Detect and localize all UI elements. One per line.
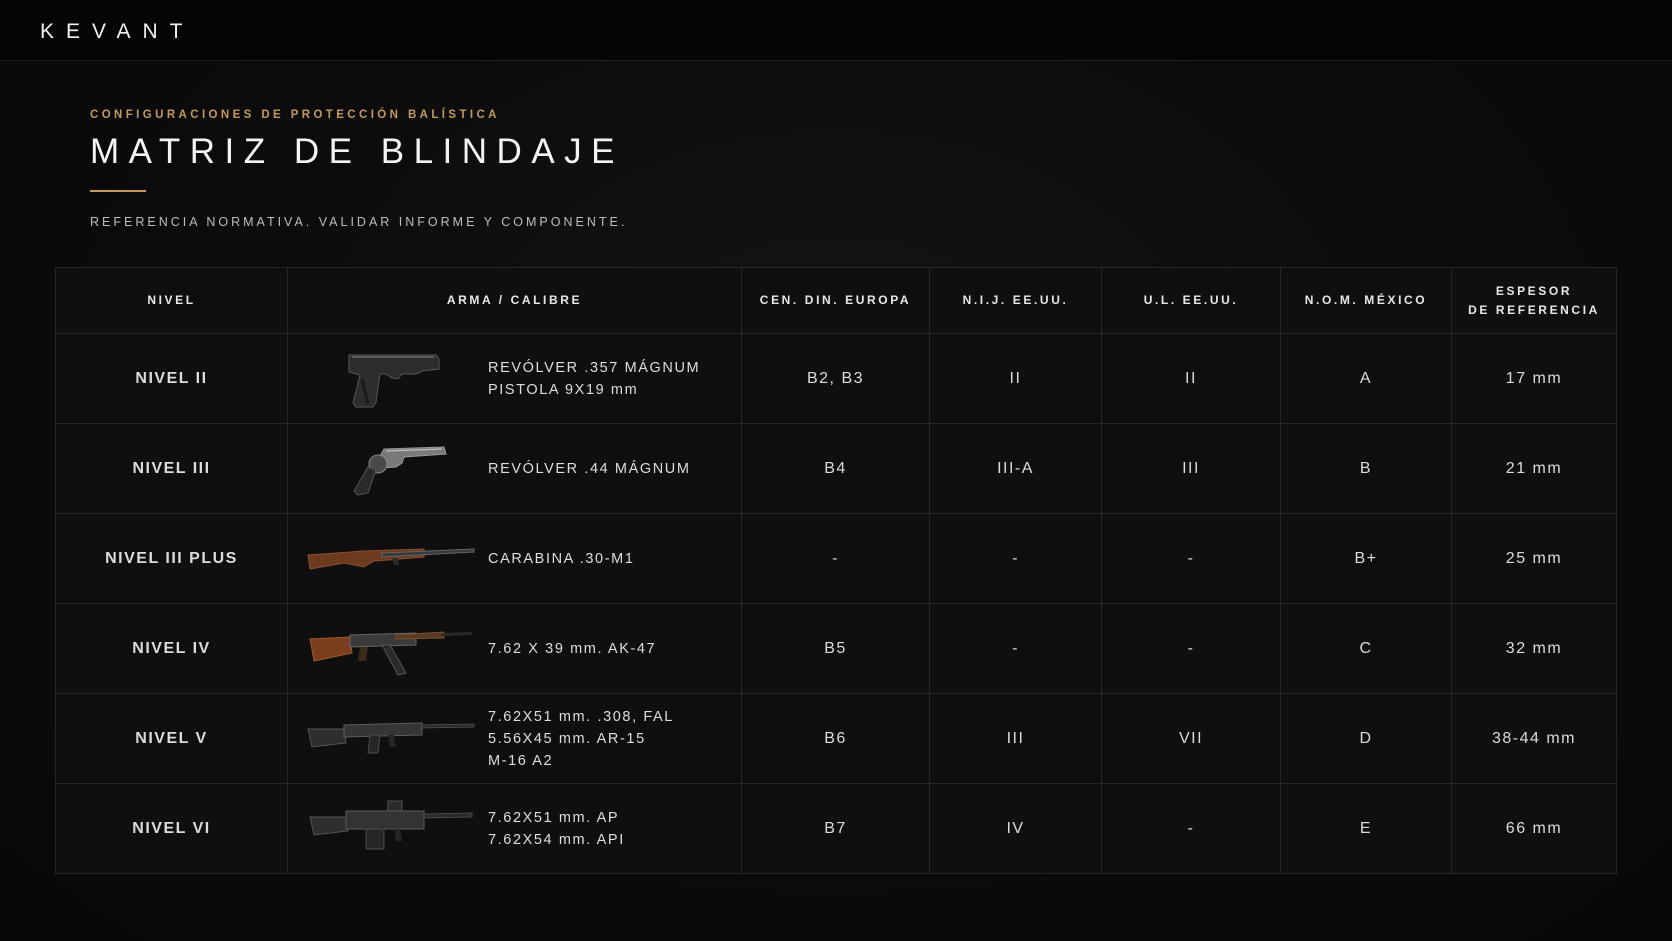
thickness-cell: 66 mm (1451, 783, 1617, 874)
weapon-cell: REVÓLVER .357 MÁGNUM PISTOLA 9X19 mm (287, 333, 742, 424)
nom-cell: E (1280, 783, 1452, 874)
page-subtitle: REFERENCIA NORMATIVA. VALIDAR INFORME Y … (90, 215, 628, 229)
armor-matrix-table: NIVEL ARMA / CALIBRE CEN. DIN. EUROPA N.… (55, 267, 1617, 874)
level-cell: NIVEL II (55, 333, 288, 424)
table-row: NIVEL II REVÓLVER .357 MÁGNUM PISTOLA 9X… (55, 333, 1617, 424)
nij-cell: IV (929, 783, 1102, 874)
cen-cell: B5 (741, 603, 930, 694)
weapon-caliber: 7.62X51 mm. AP (488, 809, 620, 826)
ul-cell: III (1101, 423, 1281, 514)
col-header-espesor: ESPESOR DE REFERENCIA (1451, 267, 1617, 334)
cen-cell: B7 (741, 783, 930, 874)
col-header-espesor-line2: DE REFERENCIA (1468, 302, 1600, 317)
ak47-icon (309, 630, 472, 676)
level-cell: NIVEL IV (55, 603, 288, 694)
fal-rifle-icon (307, 721, 475, 753)
weapon-calibers: REVÓLVER .357 MÁGNUM PISTOLA 9X19 mm (488, 357, 700, 401)
weapon-caliber: CARABINA .30-M1 (488, 550, 635, 567)
col-header-nivel: NIVEL (55, 267, 288, 334)
level-cell: NIVEL III PLUS (55, 513, 288, 604)
weapon-caliber: 7.62X54 mm. API (488, 831, 625, 848)
page-title: MATRIZ DE BLINDAJE (90, 132, 625, 171)
weapon-calibers: CARABINA .30-M1 (488, 548, 635, 570)
table-row: NIVEL VI 7.62X51 mm. AP 7.62X54 mm. API … (55, 783, 1617, 874)
weapon-caliber: PISTOLA 9X19 mm (488, 381, 639, 398)
weapon-caliber: REVÓLVER .44 MÁGNUM (488, 460, 691, 477)
table-row: NIVEL III PLUS CARABINA .30-M1 - - - B+ … (55, 513, 1617, 604)
col-header-espesor-line1: ESPESOR (1495, 283, 1573, 298)
thickness-cell: 32 mm (1451, 603, 1617, 694)
col-header-cen: CEN. DIN. EUROPA (741, 267, 930, 334)
table-row: NIVEL IV 7.62 X 39 mm. AK-47 B5 - - C 32… (55, 603, 1617, 694)
cen-cell: B2, B3 (741, 333, 930, 424)
col-header-nom: N.O.M. MÉXICO (1280, 267, 1452, 334)
cen-cell: - (741, 513, 930, 604)
col-header-arma: ARMA / CALIBRE (287, 267, 742, 334)
weapon-cell: CARABINA .30-M1 (287, 513, 742, 604)
section-eyebrow: CONFIGURACIONES DE PROTECCIÓN BALÍSTICA (90, 109, 500, 121)
weapon-calibers: 7.62 X 39 mm. AK-47 (488, 638, 656, 660)
weapon-caliber: M-16 A2 (488, 752, 554, 769)
thickness-cell: 38-44 mm (1451, 693, 1617, 784)
weapon-cell: 7.62 X 39 mm. AK-47 (287, 603, 742, 694)
level-cell: NIVEL VI (55, 783, 288, 874)
revolver-icon (353, 445, 447, 496)
nij-cell: II (929, 333, 1102, 424)
nom-cell: B (1280, 423, 1452, 514)
thickness-cell: 25 mm (1451, 513, 1617, 604)
cen-cell: B4 (741, 423, 930, 514)
weapon-calibers: REVÓLVER .44 MÁGNUM (488, 458, 691, 480)
brand-logo[interactable]: KEVANT (40, 20, 194, 44)
weapon-caliber: 5.56X45 mm. AR-15 (488, 730, 646, 747)
pistol-icon (348, 354, 440, 407)
level-cell: NIVEL V (55, 693, 288, 784)
nom-cell: D (1280, 693, 1452, 784)
accent-divider (90, 190, 146, 192)
nij-cell: - (929, 603, 1102, 694)
weapon-cell: 7.62X51 mm. .308, FAL 5.56X45 mm. AR-15 … (287, 693, 742, 784)
machine-gun-icon (309, 800, 473, 849)
table-row: NIVEL V 7.62X51 mm. .308, FAL 5.56X45 mm… (55, 693, 1617, 784)
nij-cell: III (929, 693, 1102, 784)
table-header-row: NIVEL ARMA / CALIBRE CEN. DIN. EUROPA N.… (55, 267, 1617, 334)
weapon-caliber: REVÓLVER .357 MÁGNUM (488, 359, 701, 376)
col-header-nij: N.I.J. EE.UU. (929, 267, 1102, 334)
weapon-cell: 7.62X51 mm. AP 7.62X54 mm. API (287, 783, 742, 874)
ul-cell: VII (1101, 693, 1281, 784)
table-row: NIVEL III REVÓLVER .44 MÁGNUM B4 III-A I… (55, 423, 1617, 514)
nom-cell: C (1280, 603, 1452, 694)
thickness-cell: 21 mm (1451, 423, 1617, 514)
nij-cell: - (929, 513, 1102, 604)
thickness-cell: 17 mm (1451, 333, 1617, 424)
level-cell: NIVEL III (55, 423, 288, 514)
ul-cell: - (1101, 783, 1281, 874)
col-header-ul: U.L. EE.UU. (1101, 267, 1281, 334)
carbine-icon (307, 547, 475, 570)
top-bar: KEVANT (0, 0, 1672, 61)
weapon-caliber: 7.62X51 mm. .308, FAL (488, 708, 674, 725)
ul-cell: - (1101, 603, 1281, 694)
weapon-calibers: 7.62X51 mm. .308, FAL 5.56X45 mm. AR-15 … (488, 706, 674, 772)
nom-cell: B+ (1280, 513, 1452, 604)
nij-cell: III-A (929, 423, 1102, 514)
weapon-calibers: 7.62X51 mm. AP 7.62X54 mm. API (488, 807, 625, 851)
ul-cell: - (1101, 513, 1281, 604)
weapon-cell: REVÓLVER .44 MÁGNUM (287, 423, 742, 514)
cen-cell: B6 (741, 693, 930, 784)
ul-cell: II (1101, 333, 1281, 424)
weapon-caliber: 7.62 X 39 mm. AK-47 (488, 640, 657, 657)
nom-cell: A (1280, 333, 1452, 424)
